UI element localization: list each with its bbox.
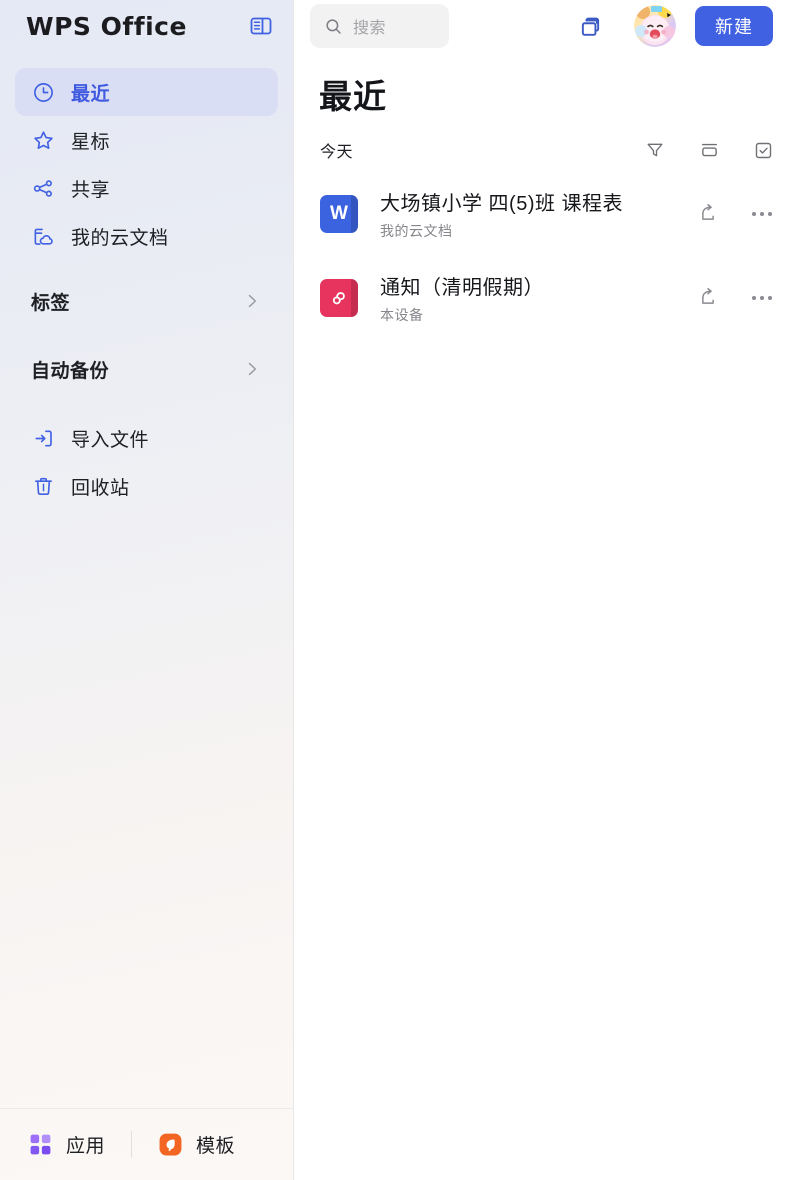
pdf-file-icon (320, 279, 358, 317)
chevron-right-icon (242, 359, 262, 379)
wps-office-app: WPS Office 最近 星标 共享 我的云文档 标签 自动备份 导入文件 回… (0, 0, 800, 1180)
table-row[interactable]: W 大场镇小学 四(5)班 课程表 我的云文档 (294, 172, 800, 256)
sidebar-item-label: 导入文件 (71, 429, 150, 451)
word-file-icon: W (320, 195, 358, 233)
apps-grid-icon (28, 1132, 53, 1157)
select-checkbox-icon[interactable] (752, 139, 774, 161)
share-nodes-icon (31, 176, 55, 200)
clock-icon (31, 80, 55, 104)
app-logo: WPS Office (26, 11, 187, 41)
sidebar: WPS Office 最近 星标 共享 我的云文档 标签 自动备份 导入文件 回… (0, 0, 294, 1180)
sidebar-item-starred[interactable]: 星标 (15, 116, 278, 164)
template-button[interactable]: 模板 (131, 1131, 261, 1158)
share-icon[interactable] (696, 202, 720, 226)
new-button[interactable]: 新建 (695, 6, 773, 46)
sidebar-item-label: 星标 (71, 131, 111, 153)
brand-row: WPS Office (0, 0, 293, 52)
apps-label: 应用 (66, 1136, 106, 1157)
sidebar-item-label: 回收站 (71, 477, 130, 499)
sidebar-footer: 应用 模板 (0, 1108, 293, 1180)
more-dots (752, 296, 772, 300)
file-name: 通知（清明假期） (380, 277, 544, 299)
avatar[interactable] (634, 5, 676, 47)
multi-window-icon[interactable] (573, 9, 607, 43)
file-icon-spine (351, 279, 358, 317)
sidebar-item-label: 我的云文档 (71, 227, 169, 249)
star-icon (31, 128, 55, 152)
sidebar-item-recent[interactable]: 最近 (15, 68, 278, 116)
cloud-folder-icon (31, 224, 55, 248)
sidebar-group-tags[interactable]: 标签 (15, 274, 278, 328)
more-icon[interactable] (750, 202, 774, 226)
search-input[interactable]: 搜索 (310, 4, 449, 48)
search-placeholder: 搜索 (353, 20, 387, 37)
row-actions (696, 202, 774, 226)
chevron-right-icon (242, 291, 262, 311)
search-icon (324, 17, 343, 36)
section-header: 今天 (294, 118, 800, 162)
sidebar-item-import-file[interactable]: 导入文件 (15, 414, 278, 462)
sort-icon[interactable] (698, 139, 720, 161)
import-file-icon (31, 426, 55, 450)
section-actions (644, 139, 774, 161)
topbar: 搜索 新建 (294, 0, 800, 52)
sidebar-item-recycle-bin[interactable]: 回收站 (15, 462, 278, 510)
file-list: W 大场镇小学 四(5)班 课程表 我的云文档 通知（清明假期） 本设备 (294, 162, 800, 340)
table-row[interactable]: 通知（清明假期） 本设备 (294, 256, 800, 340)
file-name: 大场镇小学 四(5)班 课程表 (380, 193, 624, 215)
more-dots (752, 212, 772, 216)
sidebar-group-label: 标签 (31, 292, 71, 314)
sidebar-item-label: 最近 (71, 83, 111, 105)
row-actions (696, 286, 774, 310)
page-title: 最近 (319, 78, 387, 115)
filter-icon[interactable] (644, 139, 666, 161)
file-icon-spine (351, 195, 358, 233)
sidebar-item-label: 共享 (71, 179, 111, 201)
trash-icon (31, 474, 55, 498)
sidebar-nav-primary: 最近 星标 共享 我的云文档 (0, 68, 293, 260)
sidebar-group-label: 自动备份 (31, 360, 110, 382)
more-icon[interactable] (750, 286, 774, 310)
apps-button[interactable]: 应用 (28, 1131, 131, 1158)
file-location: 本设备 (380, 307, 424, 323)
file-type-letter: W (330, 203, 348, 224)
main-content: 搜索 新建 最近 今天 W 大场镇小学 四(5)班 课程表 我的云文档 通知（清… (294, 0, 800, 1180)
share-icon[interactable] (696, 286, 720, 310)
sidebar-nav-secondary: 导入文件 回收站 (0, 414, 293, 510)
file-meta: 通知（清明假期） 本设备 (380, 271, 680, 325)
file-meta: 大场镇小学 四(5)班 课程表 我的云文档 (380, 187, 680, 241)
sidebar-item-my-cloud-docs[interactable]: 我的云文档 (15, 212, 278, 260)
template-leaf-icon (158, 1132, 183, 1157)
sidebar-group-auto-backup[interactable]: 自动备份 (15, 342, 278, 396)
sidebar-item-shared[interactable]: 共享 (15, 164, 278, 212)
file-location: 我的云文档 (380, 223, 453, 239)
section-label-today: 今天 (320, 144, 354, 161)
template-label: 模板 (196, 1136, 236, 1157)
pdf-glyph (332, 292, 345, 305)
panel-toggle-icon[interactable] (247, 12, 275, 40)
